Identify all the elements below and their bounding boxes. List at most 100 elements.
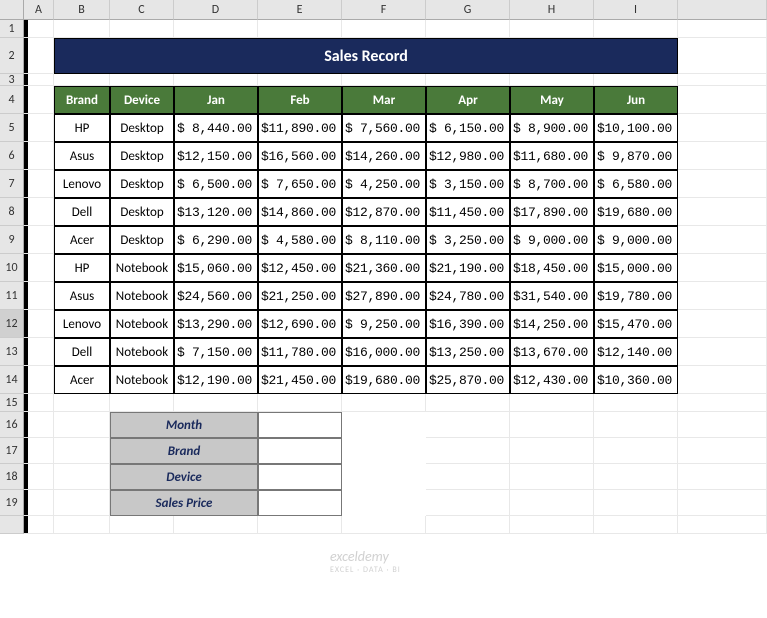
cell[interactable] [426,464,510,490]
cell[interactable] [24,438,54,464]
table-cell-value[interactable]: $25,870.00 [426,366,510,394]
table-cell-value[interactable]: $11,890.00 [258,114,342,142]
cell[interactable] [510,394,594,412]
row-header-16[interactable]: 16 [0,412,24,438]
cell[interactable] [54,490,110,516]
cell[interactable] [54,516,110,534]
table-header-jan[interactable]: Jan [174,86,258,114]
table-cell-value[interactable]: $19,780.00 [594,282,678,310]
cell[interactable] [342,74,426,86]
cell[interactable] [678,74,767,86]
cell[interactable] [510,438,594,464]
cell[interactable] [24,394,54,412]
cell[interactable] [24,114,54,142]
cell[interactable] [678,438,767,464]
row-header-9[interactable]: 9 [0,226,24,254]
table-cell-device[interactable]: Desktop [110,226,174,254]
table-cell-value[interactable]: $19,680.00 [342,366,426,394]
table-cell-brand[interactable]: Asus [54,282,110,310]
cell[interactable] [594,516,678,534]
cell[interactable] [110,20,174,38]
row-header-6[interactable]: 6 [0,142,24,170]
table-cell-value[interactable]: $ 8,900.00 [510,114,594,142]
cell[interactable] [342,394,426,412]
cell[interactable] [678,516,767,534]
table-header-brand[interactable]: Brand [54,86,110,114]
cell[interactable] [426,394,510,412]
cell[interactable] [426,490,510,516]
table-cell-value[interactable]: $15,470.00 [594,310,678,338]
table-cell-brand[interactable]: Asus [54,142,110,170]
lookup-value-3[interactable] [258,490,342,516]
table-cell-value[interactable]: $14,250.00 [510,310,594,338]
table-cell-value[interactable]: $ 9,870.00 [594,142,678,170]
row-header-8[interactable]: 8 [0,198,24,226]
table-header-apr[interactable]: Apr [426,86,510,114]
row-header-5[interactable]: 5 [0,114,24,142]
table-cell-value[interactable]: $13,290.00 [174,310,258,338]
table-cell-value[interactable]: $11,450.00 [426,198,510,226]
table-cell-value[interactable]: $15,000.00 [594,254,678,282]
table-cell-device[interactable]: Notebook [110,282,174,310]
table-cell-value[interactable]: $ 6,580.00 [594,170,678,198]
table-cell-value[interactable]: $10,360.00 [594,366,678,394]
row-header-20[interactable] [0,516,24,534]
table-cell-value[interactable]: $18,450.00 [510,254,594,282]
cell[interactable] [510,20,594,38]
cell[interactable] [678,338,767,366]
table-cell-brand[interactable]: HP [54,254,110,282]
cell[interactable] [24,198,54,226]
table-cell-value[interactable]: $ 4,250.00 [342,170,426,198]
table-cell-value[interactable]: $ 7,560.00 [342,114,426,142]
cell[interactable] [678,142,767,170]
cell[interactable] [678,198,767,226]
table-cell-value[interactable]: $ 8,110.00 [342,226,426,254]
table-cell-value[interactable]: $13,670.00 [510,338,594,366]
cell[interactable] [594,412,678,438]
cell[interactable] [594,438,678,464]
cell[interactable] [510,464,594,490]
table-cell-brand[interactable]: Lenovo [54,310,110,338]
row-header-18[interactable]: 18 [0,464,24,490]
column-header-A[interactable]: A [24,0,54,20]
cell[interactable] [24,338,54,366]
cell[interactable] [678,170,767,198]
table-cell-value[interactable]: $14,860.00 [258,198,342,226]
row-header-2[interactable]: 2 [0,38,24,74]
row-header-15[interactable]: 15 [0,394,24,412]
column-header-H[interactable]: H [510,0,594,20]
cell[interactable] [24,490,54,516]
table-header-device[interactable]: Device [110,86,174,114]
row-header-19[interactable]: 19 [0,490,24,516]
cell[interactable] [426,516,510,534]
table-cell-device[interactable]: Notebook [110,254,174,282]
cell[interactable] [258,394,342,412]
cell[interactable] [54,438,110,464]
table-cell-value[interactable]: $12,980.00 [426,142,510,170]
table-cell-value[interactable]: $21,360.00 [342,254,426,282]
select-all-corner[interactable] [0,0,24,20]
table-cell-value[interactable]: $ 3,250.00 [426,226,510,254]
cell[interactable] [174,74,258,86]
table-cell-value[interactable]: $11,780.00 [258,338,342,366]
cell[interactable] [678,226,767,254]
table-cell-value[interactable]: $ 4,580.00 [258,226,342,254]
cell[interactable] [678,366,767,394]
cell[interactable] [258,516,342,534]
cell[interactable] [594,74,678,86]
cell[interactable] [678,114,767,142]
table-cell-device[interactable]: Desktop [110,114,174,142]
cell[interactable] [54,74,110,86]
table-cell-value[interactable]: $ 9,000.00 [594,226,678,254]
row-header-17[interactable]: 17 [0,438,24,464]
cell[interactable] [678,254,767,282]
cell[interactable] [24,412,54,438]
cell[interactable] [24,366,54,394]
column-header-G[interactable]: G [426,0,510,20]
table-cell-brand[interactable]: Lenovo [54,170,110,198]
table-cell-value[interactable]: $16,000.00 [342,338,426,366]
row-header-3[interactable]: 3 [0,74,24,86]
cell[interactable] [24,254,54,282]
cell[interactable] [678,464,767,490]
table-cell-value[interactable]: $ 3,150.00 [426,170,510,198]
